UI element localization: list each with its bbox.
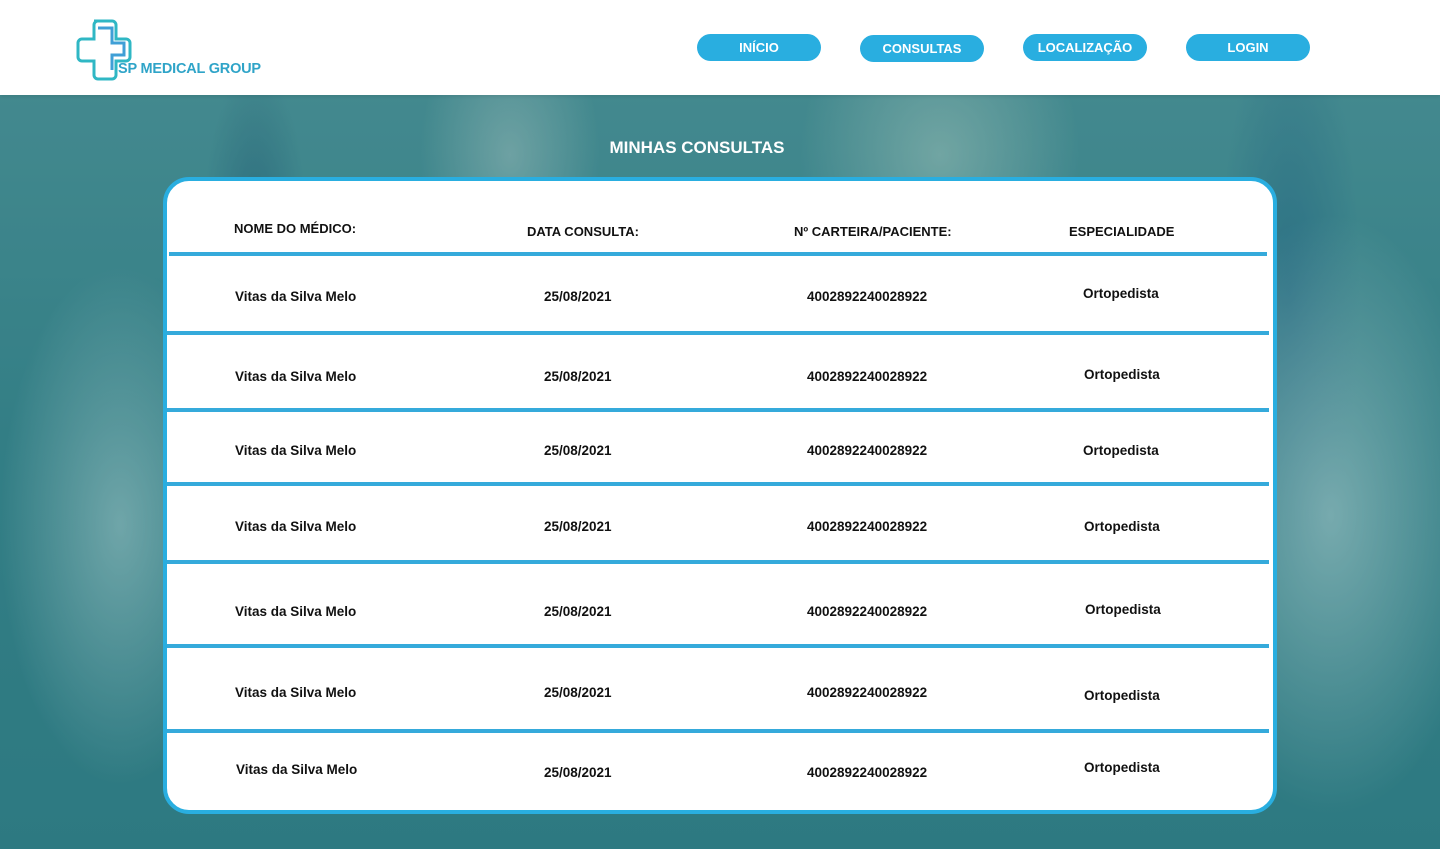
cell-especialidade: Ortopedista: [1084, 519, 1160, 534]
row-separator: [167, 729, 1269, 733]
cell-medico: Vitas da Silva Melo: [235, 685, 357, 700]
cell-data: 25/08/2021: [544, 369, 612, 384]
column-header-carteira: Nº CARTEIRA/PACIENTE:: [794, 224, 952, 239]
cell-medico: Vitas da Silva Melo: [236, 762, 358, 777]
cell-especialidade: Ortopedista: [1084, 688, 1160, 703]
cell-carteira: 4002892240028922: [807, 369, 928, 384]
column-header-data: DATA CONSULTA:: [527, 224, 639, 239]
row-separator: [167, 482, 1269, 486]
nav-consultas-button[interactable]: CONSULTAS: [860, 35, 984, 62]
header-separator: [169, 252, 1267, 256]
cell-carteira: 4002892240028922: [807, 443, 928, 458]
cell-data: 25/08/2021: [544, 443, 612, 458]
logo[interactable]: SP MEDICAL GROUP: [74, 18, 274, 84]
cell-carteira: 4002892240028922: [807, 765, 928, 780]
cell-data: 25/08/2021: [544, 685, 612, 700]
cell-medico: Vitas da Silva Melo: [235, 289, 357, 304]
cell-data: 25/08/2021: [544, 765, 612, 780]
consultas-table: NOME DO MÉDICO: DATA CONSULTA: Nº CARTEI…: [163, 177, 1277, 814]
site-header: SP MEDICAL GROUP INÍCIO CONSULTAS LOCALI…: [0, 0, 1440, 95]
cell-carteira: 4002892240028922: [807, 604, 928, 619]
cell-especialidade: Ortopedista: [1085, 602, 1161, 617]
nav-login-button[interactable]: LOGIN: [1186, 34, 1310, 61]
cell-medico: Vitas da Silva Melo: [235, 443, 357, 458]
cell-data: 25/08/2021: [544, 604, 612, 619]
row-separator: [167, 644, 1269, 648]
cell-especialidade: Ortopedista: [1083, 286, 1159, 301]
cell-especialidade: Ortopedista: [1084, 760, 1160, 775]
row-separator: [167, 560, 1269, 564]
logo-text: SP MEDICAL GROUP: [118, 61, 261, 77]
cell-carteira: 4002892240028922: [807, 519, 928, 534]
cell-data: 25/08/2021: [544, 519, 612, 534]
cell-carteira: 4002892240028922: [807, 289, 928, 304]
row-separator: [167, 408, 1269, 412]
cell-data: 25/08/2021: [544, 289, 612, 304]
cell-medico: Vitas da Silva Melo: [235, 369, 357, 384]
cell-medico: Vitas da Silva Melo: [235, 519, 357, 534]
nav-inicio-button[interactable]: INÍCIO: [697, 34, 821, 61]
page-title: MINHAS CONSULTAS: [609, 138, 785, 157]
cell-especialidade: Ortopedista: [1084, 367, 1160, 382]
column-header-especialidade: ESPECIALIDADE: [1069, 224, 1175, 239]
cell-especialidade: Ortopedista: [1083, 443, 1159, 458]
row-separator: [167, 331, 1269, 335]
cell-medico: Vitas da Silva Melo: [235, 604, 357, 619]
nav-localizacao-button[interactable]: LOCALIZAÇÃO: [1023, 34, 1147, 61]
cell-carteira: 4002892240028922: [807, 685, 928, 700]
column-header-medico: NOME DO MÉDICO:: [234, 221, 357, 236]
